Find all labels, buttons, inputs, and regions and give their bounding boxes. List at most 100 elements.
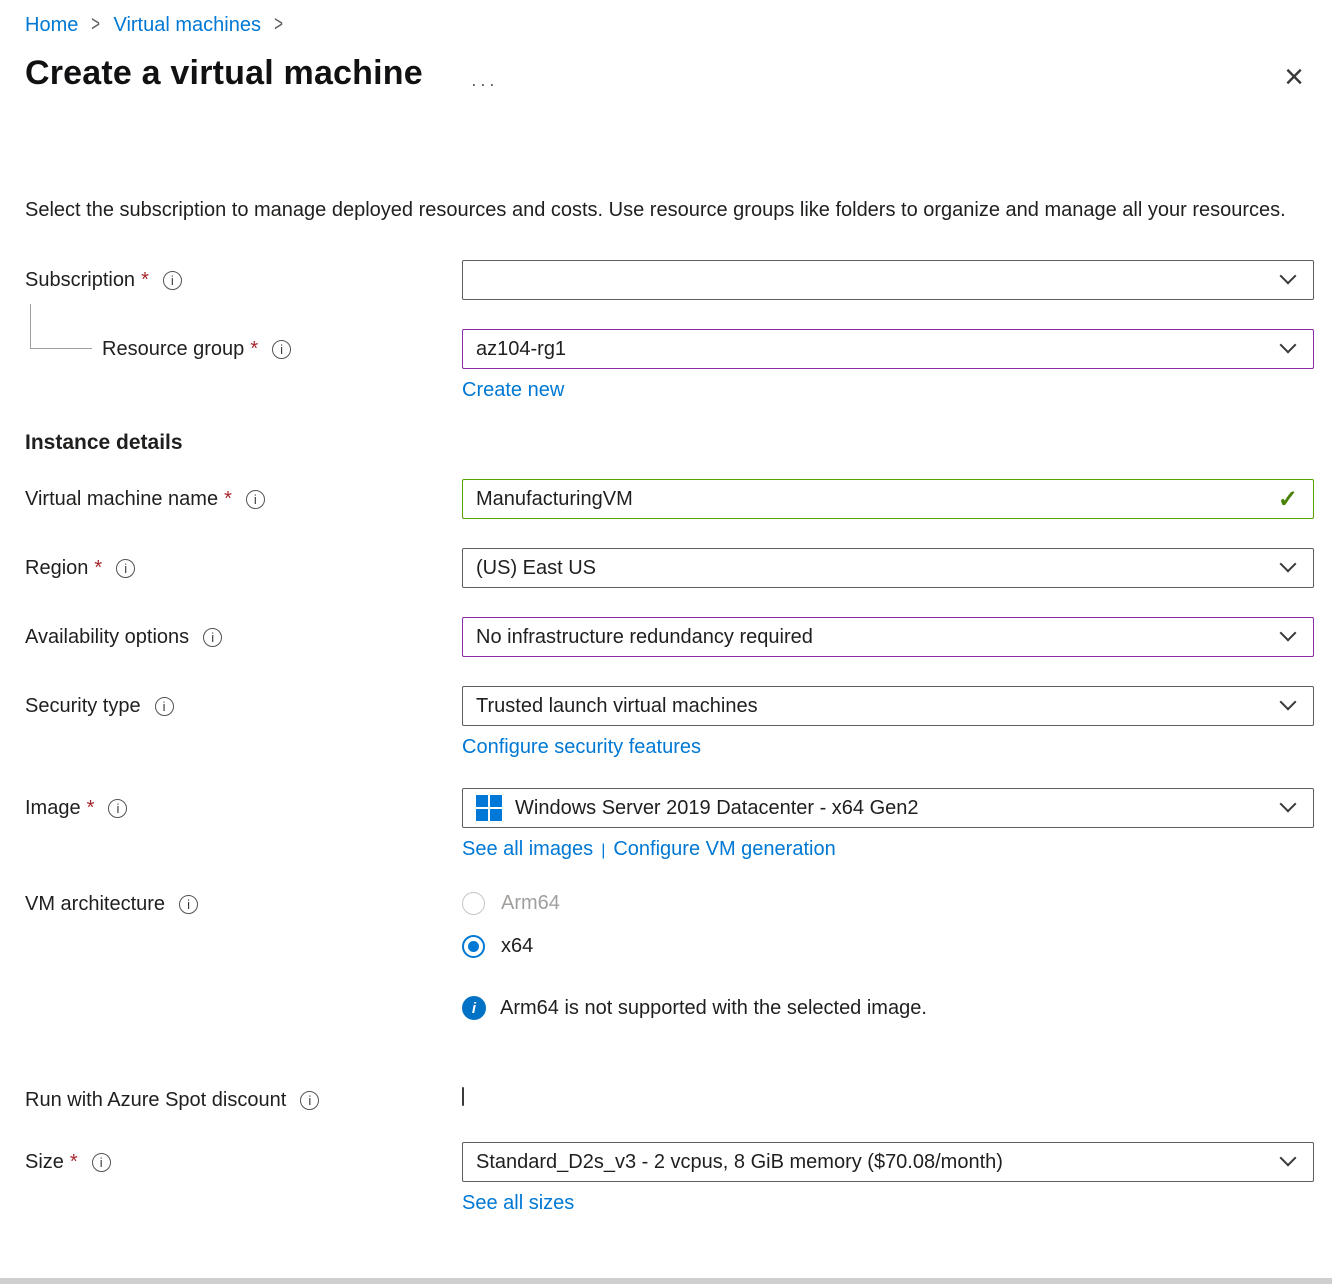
info-filled-icon: i: [462, 996, 486, 1020]
security-type-value: Trusted launch virtual machines: [476, 695, 758, 718]
size-label: Size: [25, 1151, 64, 1174]
hierarchy-connector-line: [30, 304, 92, 349]
configure-vm-generation-link[interactable]: Configure VM generation: [613, 838, 835, 861]
availability-label-group: Availability options i: [25, 617, 462, 657]
basics-form: Subscription * i Resource group * i: [25, 260, 1314, 1215]
info-icon[interactable]: i: [108, 799, 127, 818]
chevron-down-icon: [1280, 556, 1297, 573]
arm64-info-message: i Arm64 is not supported with the select…: [462, 996, 1314, 1020]
availability-options-dropdown[interactable]: No infrastructure redundancy required: [462, 617, 1314, 657]
create-new-resource-group-link[interactable]: Create new: [462, 379, 564, 402]
security-type-label: Security type: [25, 695, 141, 718]
radio-x64-label: x64: [501, 935, 533, 958]
close-icon[interactable]: ×: [1284, 60, 1304, 94]
size-value: Standard_D2s_v3 - 2 vcpus, 8 GiB memory …: [476, 1151, 1003, 1174]
image-value: Windows Server 2019 Datacenter - x64 Gen…: [515, 797, 919, 820]
region-value: (US) East US: [476, 557, 596, 580]
size-label-group: Size * i: [25, 1142, 462, 1182]
instance-details-heading: Instance details: [25, 431, 1314, 455]
required-asterisk: *: [141, 269, 149, 292]
resource-group-value: az104-rg1: [476, 338, 566, 361]
chevron-right-icon: >: [274, 12, 283, 37]
vm-name-input[interactable]: ManufacturingVM ✓: [462, 479, 1314, 519]
region-label-group: Region * i: [25, 548, 462, 588]
image-links: See all images | Configure VM generation: [462, 838, 1314, 861]
see-all-images-link[interactable]: See all images: [462, 838, 593, 861]
subscription-label: Subscription: [25, 269, 135, 292]
required-asterisk: *: [70, 1151, 78, 1174]
configure-security-features-link[interactable]: Configure security features: [462, 736, 701, 759]
vm-name-row: Virtual machine name * i ManufacturingVM…: [25, 479, 1314, 519]
radio-arm64-label: Arm64: [501, 892, 560, 915]
more-options-icon[interactable]: ···: [471, 74, 498, 95]
security-type-row: Security type i Trusted launch virtual m…: [25, 686, 1314, 759]
required-asterisk: *: [224, 488, 232, 511]
vm-architecture-label-group: VM architecture i: [25, 890, 462, 918]
subscription-dropdown[interactable]: [462, 260, 1314, 300]
create-vm-blade: Home > Virtual machines > Create a virtu…: [0, 0, 1332, 1284]
region-row: Region * i (US) East US: [25, 548, 1314, 588]
region-dropdown[interactable]: (US) East US: [462, 548, 1314, 588]
security-type-dropdown[interactable]: Trusted launch virtual machines: [462, 686, 1314, 726]
radio-x64[interactable]: x64: [462, 935, 1314, 958]
azure-spot-label-group: Run with Azure Spot discount i: [25, 1088, 462, 1113]
required-asterisk: *: [87, 797, 95, 820]
intro-text: Select the subscription to manage deploy…: [25, 195, 1293, 226]
vm-name-value: ManufacturingVM: [476, 488, 633, 511]
chevron-down-icon: [1280, 796, 1297, 813]
chevron-down-icon: [1280, 337, 1297, 354]
size-row: Size * i Standard_D2s_v3 - 2 vcpus, 8 Gi…: [25, 1142, 1314, 1215]
vm-name-label: Virtual machine name: [25, 488, 218, 511]
radio-arm64[interactable]: Arm64: [462, 892, 1314, 915]
size-dropdown[interactable]: Standard_D2s_v3 - 2 vcpus, 8 GiB memory …: [462, 1142, 1314, 1182]
arm64-info-text: Arm64 is not supported with the selected…: [500, 997, 927, 1020]
security-type-label-group: Security type i: [25, 686, 462, 726]
footer-divider: [0, 1278, 1332, 1284]
resource-group-label: Resource group: [102, 338, 244, 361]
blade-header: Create a virtual machine ··· ×: [25, 54, 1314, 95]
info-icon[interactable]: i: [163, 271, 182, 290]
breadcrumb: Home > Virtual machines >: [25, 12, 1314, 38]
availability-options-value: No infrastructure redundancy required: [476, 626, 813, 649]
breadcrumb-virtual-machines[interactable]: Virtual machines: [113, 14, 260, 37]
azure-spot-checkbox[interactable]: [462, 1087, 464, 1106]
azure-spot-label: Run with Azure Spot discount: [25, 1089, 286, 1112]
image-label: Image: [25, 797, 81, 820]
breadcrumb-home[interactable]: Home: [25, 14, 78, 37]
subscription-row: Subscription * i: [25, 260, 1314, 300]
radio-icon: [462, 892, 485, 915]
availability-options-row: Availability options i No infrastructure…: [25, 617, 1314, 657]
region-label: Region: [25, 557, 88, 580]
info-icon[interactable]: i: [116, 559, 135, 578]
availability-options-label: Availability options: [25, 626, 189, 649]
chevron-down-icon: [1280, 1150, 1297, 1167]
info-icon[interactable]: i: [246, 490, 265, 509]
link-separator: |: [601, 842, 605, 859]
page-title: Create a virtual machine: [25, 54, 423, 93]
radio-selected-icon: [462, 935, 485, 958]
chevron-down-icon: [1280, 694, 1297, 711]
info-icon[interactable]: i: [272, 340, 291, 359]
resource-group-row: Resource group * i az104-rg1 Create new: [25, 329, 1314, 402]
subscription-label-group: Subscription * i: [25, 260, 462, 300]
check-icon: ✓: [1278, 485, 1298, 514]
image-row: Image * i Windows Server 2019 Datacenter…: [25, 788, 1314, 861]
chevron-down-icon: [1280, 268, 1297, 285]
required-asterisk: *: [94, 557, 102, 580]
vm-name-label-group: Virtual machine name * i: [25, 479, 462, 519]
info-icon[interactable]: i: [179, 895, 198, 914]
vm-architecture-label: VM architecture: [25, 893, 165, 916]
info-icon[interactable]: i: [155, 697, 174, 716]
vm-architecture-row: VM architecture i Arm64 x64 i Arm64 is n…: [25, 890, 1314, 1020]
info-icon[interactable]: i: [300, 1091, 319, 1110]
see-all-sizes-link[interactable]: See all sizes: [462, 1192, 574, 1215]
resource-group-dropdown[interactable]: az104-rg1: [462, 329, 1314, 369]
image-label-group: Image * i: [25, 788, 462, 828]
required-asterisk: *: [250, 338, 258, 361]
azure-spot-row: Run with Azure Spot discount i: [25, 1088, 1314, 1113]
info-icon[interactable]: i: [203, 628, 222, 647]
info-icon[interactable]: i: [92, 1153, 111, 1172]
image-dropdown[interactable]: Windows Server 2019 Datacenter - x64 Gen…: [462, 788, 1314, 828]
chevron-down-icon: [1280, 625, 1297, 642]
windows-logo-icon: [476, 795, 502, 821]
